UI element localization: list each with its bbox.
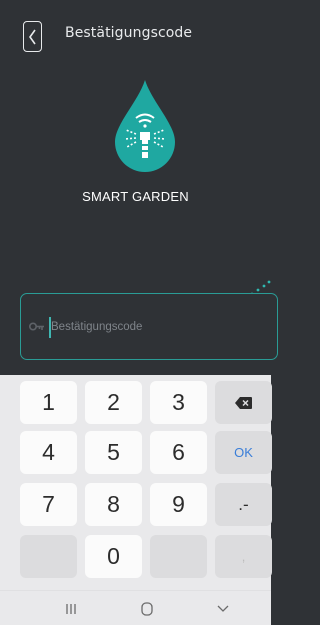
key-5[interactable]: 5 (85, 431, 142, 474)
system-navigation-bar (0, 590, 271, 625)
brand-name: SMART GARDEN (82, 189, 189, 204)
chevron-left-icon (29, 29, 36, 44)
backspace-icon (235, 396, 252, 409)
app-screen: Bestätigungscode SMART GARDEN (0, 0, 278, 375)
key-4[interactable]: 4 (20, 431, 77, 474)
key-7[interactable]: 7 (20, 483, 77, 526)
key-1[interactable]: 1 (20, 381, 77, 424)
home-icon (141, 601, 153, 616)
key-0[interactable]: 0 (85, 535, 142, 578)
verification-code-field[interactable] (20, 293, 278, 360)
page-title: Bestätigungscode (65, 25, 193, 41)
verification-code-input[interactable] (51, 316, 201, 338)
empty-key-left (20, 535, 77, 578)
empty-key-right (150, 535, 207, 578)
water-drop-sprinkler-icon (115, 80, 175, 172)
key-9[interactable]: 9 (150, 483, 207, 526)
recent-apps-icon (66, 603, 76, 614)
dot-dash-key[interactable]: .- (215, 483, 272, 526)
key-3[interactable]: 3 (150, 381, 207, 424)
numeric-keyboard: 1 2 3 4 5 6 OK 7 8 9 .- 0 , (0, 375, 272, 590)
comma-key[interactable]: , (215, 535, 272, 578)
key-6[interactable]: 6 (150, 431, 207, 474)
key-8[interactable]: 8 (85, 483, 142, 526)
nav-back-icon (217, 605, 229, 612)
back-button[interactable] (23, 21, 42, 52)
key-icon (29, 322, 44, 331)
nav-back-button[interactable] (198, 591, 248, 625)
recent-apps-button[interactable] (46, 591, 96, 625)
home-button[interactable] (122, 591, 172, 625)
key-2[interactable]: 2 (85, 381, 142, 424)
ok-key[interactable]: OK (215, 431, 272, 474)
backspace-key[interactable] (215, 381, 272, 424)
